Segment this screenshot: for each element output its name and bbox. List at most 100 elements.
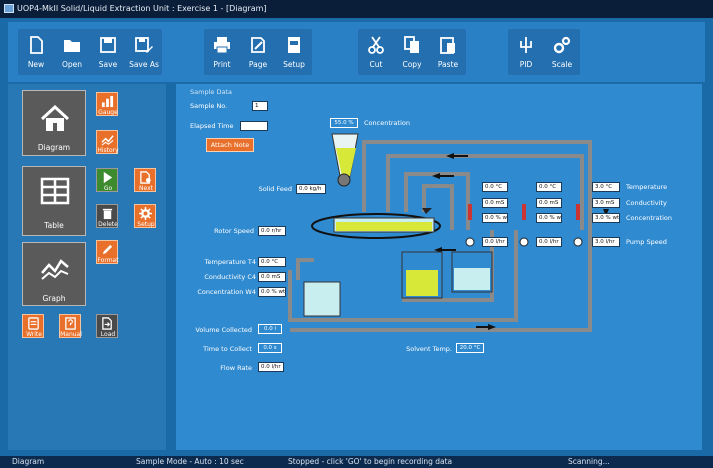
volume-collected-label: Volume Collected: [195, 326, 252, 334]
gauge-button[interactable]: Gauge: [96, 92, 118, 116]
note-write-icon: [28, 317, 39, 330]
stage2-temperature: 0.0 °C: [536, 182, 562, 192]
stage2-concentration: 0.0 % wt: [536, 213, 562, 223]
stage3-pump-speed: 3.0 l/hr: [592, 237, 620, 247]
volume-collected-value: 0.0 l: [258, 324, 282, 334]
app-icon: [4, 4, 14, 13]
table-icon: [40, 177, 70, 205]
go-button[interactable]: Go: [96, 168, 118, 192]
stage3-conductivity: 3.0 mS: [592, 198, 620, 208]
print-setup-button[interactable]: Setup: [276, 29, 312, 75]
status-message: Stopped - click 'GO' to begin recording …: [288, 457, 453, 466]
status-scanning: Scanning...: [568, 457, 610, 466]
new-button[interactable]: New: [18, 29, 54, 75]
title-bar: UOP4-MkII Solid/Liquid Extraction Unit :…: [0, 0, 713, 18]
clipboard-icon: [440, 37, 455, 54]
printer-icon: [214, 37, 230, 54]
flow-rate-value: 0.0 l/hr: [258, 362, 284, 372]
solvent-temp-label: Solvent Temp.: [406, 345, 452, 353]
process-diagram: [288, 133, 609, 332]
delete-button[interactable]: Delete: [96, 204, 118, 228]
load-button[interactable]: Load: [96, 314, 118, 338]
stage2-pump-speed: 0.0 l/hr: [536, 237, 562, 247]
temperature-t4-value: 0.0 °C: [258, 257, 286, 267]
table-view-button[interactable]: Table: [22, 166, 86, 236]
stage3-concentration: 3.0 % wt: [592, 213, 620, 223]
sample-data-heading: Sample Data: [190, 88, 232, 96]
play-icon: [103, 171, 113, 184]
control-group: PID Scale: [508, 29, 580, 75]
scissors-icon: [368, 36, 384, 54]
floppy-icon: [100, 37, 116, 53]
diagram-panel: Sample Data Sample No. 1 Elapsed Time At…: [176, 84, 702, 450]
stage1-concentration: 0.0 % wt: [482, 213, 508, 223]
stage1-temperature: 0.0 °C: [482, 182, 508, 192]
solvent-liquid: [454, 268, 490, 290]
time-to-collect-value: 0.0 s: [258, 343, 282, 353]
print-button[interactable]: Print: [204, 29, 240, 75]
solvent-temp-value: 20.0 °C: [456, 343, 484, 353]
gears-icon: [553, 36, 571, 54]
toolbar: New Open Save Save As Print Page Setup C…: [8, 22, 705, 82]
flow-rate-label: Flow Rate: [220, 364, 252, 372]
help-manual-icon: [65, 317, 76, 330]
bar-gauge-icon: [101, 95, 114, 108]
row-temperature-label: Temperature: [626, 183, 668, 191]
file-group: New Open Save Save As: [18, 29, 162, 75]
history-chart-icon: [101, 135, 114, 146]
pencil-icon: [102, 244, 113, 255]
rotor-speed-label: Rotor Speed: [214, 227, 254, 235]
sample-no-field[interactable]: 1: [252, 101, 268, 111]
diagram-view-button[interactable]: Diagram: [22, 90, 86, 156]
row-concentration-label: Concentration: [626, 214, 672, 222]
sample-no-label: Sample No.: [190, 102, 228, 110]
concentration-w4-label: Concentration W4: [197, 288, 256, 296]
gear-icon: [139, 207, 152, 220]
floppy-pencil-icon: [135, 37, 153, 53]
solid-feed-label: Solid Feed: [258, 185, 292, 193]
graph-view-button[interactable]: Graph: [22, 242, 86, 306]
copy-button[interactable]: Copy: [394, 29, 430, 75]
cut-button[interactable]: Cut: [358, 29, 394, 75]
collection-vessel: [303, 281, 341, 317]
new-file-icon: [30, 36, 43, 54]
pid-button[interactable]: PID: [508, 29, 544, 75]
conductivity-c4-value: 0.0 mS: [258, 272, 286, 282]
rotor-speed-value: 0.0 r/hr: [258, 226, 286, 236]
feed-valve: [337, 173, 351, 187]
write-button[interactable]: Write: [22, 314, 44, 338]
save-as-button[interactable]: Save As: [126, 29, 162, 75]
edit-group: Cut Copy Paste: [358, 29, 466, 75]
format-button[interactable]: Format: [96, 240, 119, 264]
line-graph-icon: [41, 259, 69, 280]
elapsed-time-field: [240, 121, 268, 131]
status-view: Diagram: [12, 457, 45, 466]
rotor-solids: [336, 222, 432, 231]
row-conductivity-label: Conductivity: [626, 199, 667, 207]
stage3-temperature: 3.0 °C: [592, 182, 620, 192]
home-icon: [40, 105, 70, 131]
conductivity-c4-label: Conductivity C4: [204, 273, 256, 281]
stage2-conductivity: 0.0 mS: [536, 198, 562, 208]
print-group: Print Page Setup: [204, 29, 312, 75]
concentration-value: 55.0 %: [330, 118, 358, 128]
status-sample-mode: Sample Mode - Auto : 10 sec: [136, 457, 244, 466]
open-button[interactable]: Open: [54, 29, 90, 75]
attach-note-button[interactable]: Attach Note: [206, 138, 254, 152]
concentration-label: Concentration: [364, 119, 410, 127]
row-pump-speed-label: Pump Speed: [626, 238, 667, 246]
save-button[interactable]: Save: [90, 29, 126, 75]
setup-button[interactable]: Setup: [134, 204, 156, 228]
concentration-w4-value: 0.0 % wt: [258, 287, 286, 297]
paste-button[interactable]: Paste: [430, 29, 466, 75]
window-title: UOP4-MkII Solid/Liquid Extraction Unit :…: [17, 4, 267, 13]
page-button[interactable]: Page: [240, 29, 276, 75]
next-button[interactable]: Next: [134, 168, 156, 192]
manual-button[interactable]: Manual: [59, 314, 82, 338]
view-panel: Diagram Table Graph Gauge History Go Nex…: [8, 84, 166, 450]
folder-icon: [64, 40, 80, 52]
scale-button[interactable]: Scale: [544, 29, 580, 75]
printer-setup-icon: [288, 37, 300, 53]
copy-icon: [404, 36, 419, 53]
history-button[interactable]: History: [96, 130, 119, 154]
